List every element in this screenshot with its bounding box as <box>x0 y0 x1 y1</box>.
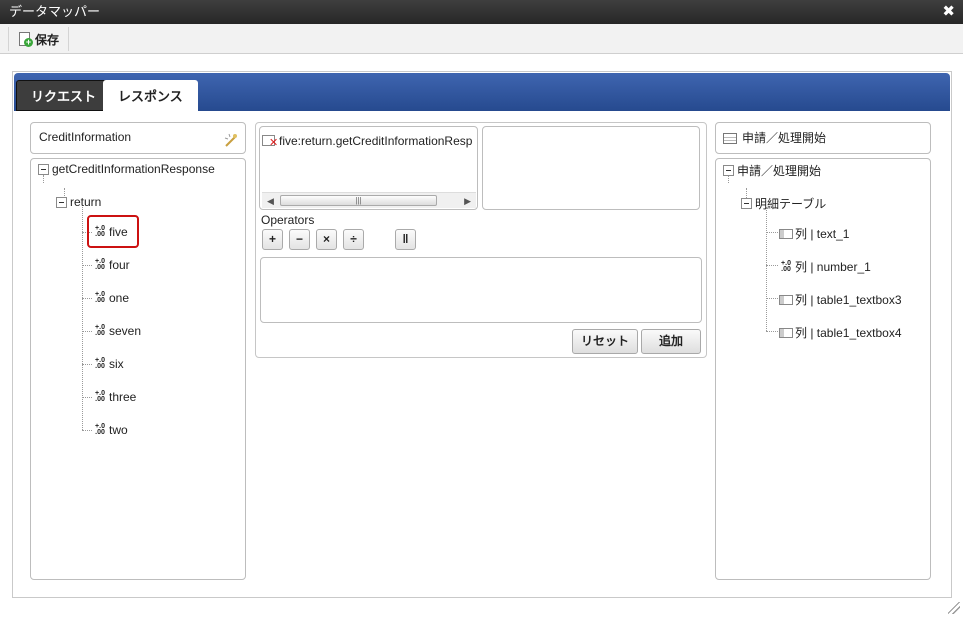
tab-strip: リクエスト レスポンス <box>14 73 950 111</box>
scrollbar-thumb[interactable]: ||| <box>280 195 437 206</box>
text-column-icon <box>779 228 793 239</box>
target-column-textbox3[interactable]: 列 | table1_textbox3 <box>779 291 902 308</box>
scroll-left-icon[interactable]: ◀ <box>267 196 274 207</box>
tab-request[interactable]: リクエスト <box>16 80 112 111</box>
concat-operator-button[interactable]: ‖ <box>395 229 416 250</box>
collapse-icon[interactable] <box>38 163 49 175</box>
add-button[interactable]: 追加 <box>641 329 701 354</box>
field-label: four <box>109 258 130 272</box>
target-preview-box <box>482 126 700 210</box>
target-column-textbox4[interactable]: 列 | table1_textbox4 <box>779 324 902 341</box>
right-target-tree <box>715 158 931 580</box>
column-label: 列 | table1_textbox3 <box>795 293 902 307</box>
save-label: 保存 <box>35 32 60 47</box>
settings-wand-icon[interactable] <box>223 130 239 147</box>
number-field-icon: +.0.00 <box>781 259 791 273</box>
tree-field-one[interactable]: +.0.00 one <box>93 291 129 305</box>
expression-textarea[interactable] <box>260 257 702 323</box>
number-field-icon: +.0.00 <box>95 357 105 370</box>
number-field-icon: +.0.00 <box>95 258 105 271</box>
tree-field-three[interactable]: +.0.00 three <box>93 390 136 404</box>
right-target-header: 申請／処理開始 <box>715 122 931 154</box>
divide-operator-button[interactable]: ÷ <box>343 229 364 250</box>
target-table-label: 明細テーブル <box>755 197 827 211</box>
number-field-icon: +.0.00 <box>95 324 105 337</box>
left-source-header: CreditInformation <box>30 122 246 154</box>
tree-field-four[interactable]: +.0.00 four <box>93 258 130 272</box>
toolbar: + 保存 <box>0 24 963 54</box>
highlight-box <box>87 215 139 248</box>
resize-grip-icon[interactable] <box>948 602 960 614</box>
field-label: six <box>109 357 124 371</box>
tree-field-six[interactable]: +.0.00 six <box>93 357 124 371</box>
tab-response[interactable]: レスポンス <box>103 80 198 111</box>
column-label: 列 | text_1 <box>795 227 850 241</box>
scroll-right-icon[interactable]: ▶ <box>464 196 471 207</box>
tree-field-seven[interactable]: +.0.00 seven <box>93 324 141 338</box>
target-name: 申請／処理開始 <box>742 130 827 145</box>
tree-root-label: getCreditInformationResponse <box>52 162 215 176</box>
text-column-icon <box>779 327 793 338</box>
save-button[interactable]: + 保存 <box>8 27 70 51</box>
number-field-icon: +.0.00 <box>95 291 105 304</box>
collapse-icon[interactable] <box>723 165 734 176</box>
remove-mapping-icon[interactable]: ✕ <box>262 134 278 148</box>
number-field-icon: +.0.00 <box>95 390 105 403</box>
horizontal-scrollbar[interactable]: ◀ ||| ▶ <box>262 192 476 208</box>
target-root-node[interactable]: 申請／処理開始 <box>723 162 821 179</box>
column-label: 列 | table1_textbox4 <box>795 326 902 340</box>
text-column-icon <box>779 294 793 305</box>
tree-root-node[interactable]: getCreditInformationResponse <box>38 162 215 176</box>
field-label: seven <box>109 324 142 338</box>
field-label: three <box>109 390 137 404</box>
selected-source-item[interactable]: ✕ five:return.getCreditInformationResp <box>262 134 476 148</box>
target-column-text-1[interactable]: 列 | text_1 <box>779 225 849 242</box>
field-label: two <box>109 423 128 437</box>
window-title: データマッパー <box>9 4 101 19</box>
collapse-icon[interactable] <box>56 196 67 208</box>
tree-return-label: return <box>70 195 102 209</box>
target-table-node[interactable]: 明細テーブル <box>741 195 826 212</box>
field-label: one <box>109 291 130 305</box>
target-column-number-1[interactable]: +.0.00 列 | number_1 <box>779 258 871 275</box>
target-root-label: 申請／処理開始 <box>737 164 822 178</box>
form-icon <box>723 132 737 144</box>
column-label: 列 | number_1 <box>795 260 871 274</box>
multiply-operator-button[interactable]: × <box>316 229 337 250</box>
selected-path-label: five:return.getCreditInformationResp <box>279 134 473 148</box>
tree-return-node[interactable]: return <box>56 195 101 209</box>
operators-label: Operators <box>261 213 315 227</box>
number-field-icon: +.0.00 <box>95 423 105 436</box>
reset-button[interactable]: リセット <box>572 329 638 354</box>
new-document-icon: + <box>19 31 33 47</box>
window-title-bar: データマッパー ✖ <box>0 0 963 24</box>
close-icon[interactable]: ✖ <box>942 0 955 24</box>
minus-operator-button[interactable]: − <box>289 229 310 250</box>
source-name: CreditInformation <box>39 130 132 144</box>
plus-operator-button[interactable]: + <box>262 229 283 250</box>
collapse-icon[interactable] <box>741 198 752 209</box>
tree-field-two[interactable]: +.0.00 two <box>93 423 128 437</box>
